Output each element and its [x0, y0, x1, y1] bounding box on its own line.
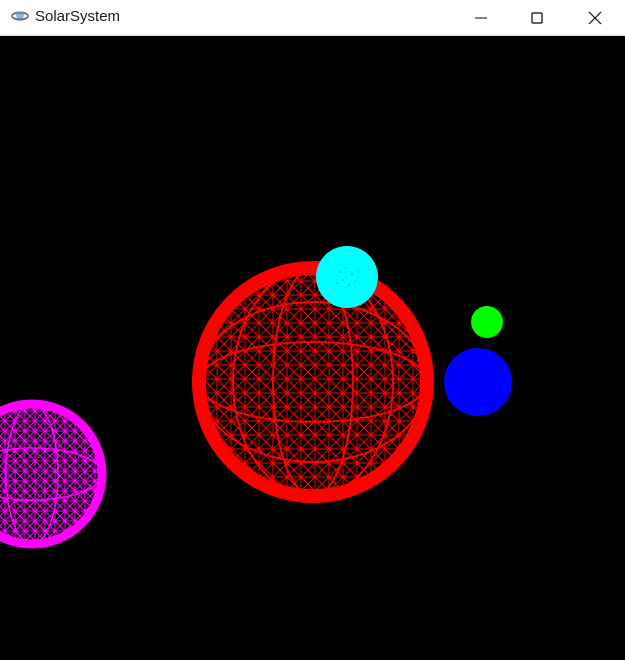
window-title: SolarSystem — [35, 8, 121, 25]
render-canvas[interactable] — [0, 36, 625, 660]
title-bar[interactable]: SolarSystem — [0, 0, 625, 36]
scene-svg — [0, 246, 512, 549]
solar-system-window: SolarSystem — [0, 0, 625, 660]
sun-sphere — [192, 261, 434, 503]
green-planet — [471, 306, 503, 338]
cyan-planet — [316, 246, 378, 308]
minimize-button[interactable] — [458, 0, 504, 36]
maximize-button[interactable] — [514, 0, 560, 36]
magenta-planet — [0, 399, 107, 549]
blue-planet — [444, 348, 512, 416]
orbit-app-icon — [10, 7, 30, 25]
close-button[interactable] — [572, 0, 618, 36]
